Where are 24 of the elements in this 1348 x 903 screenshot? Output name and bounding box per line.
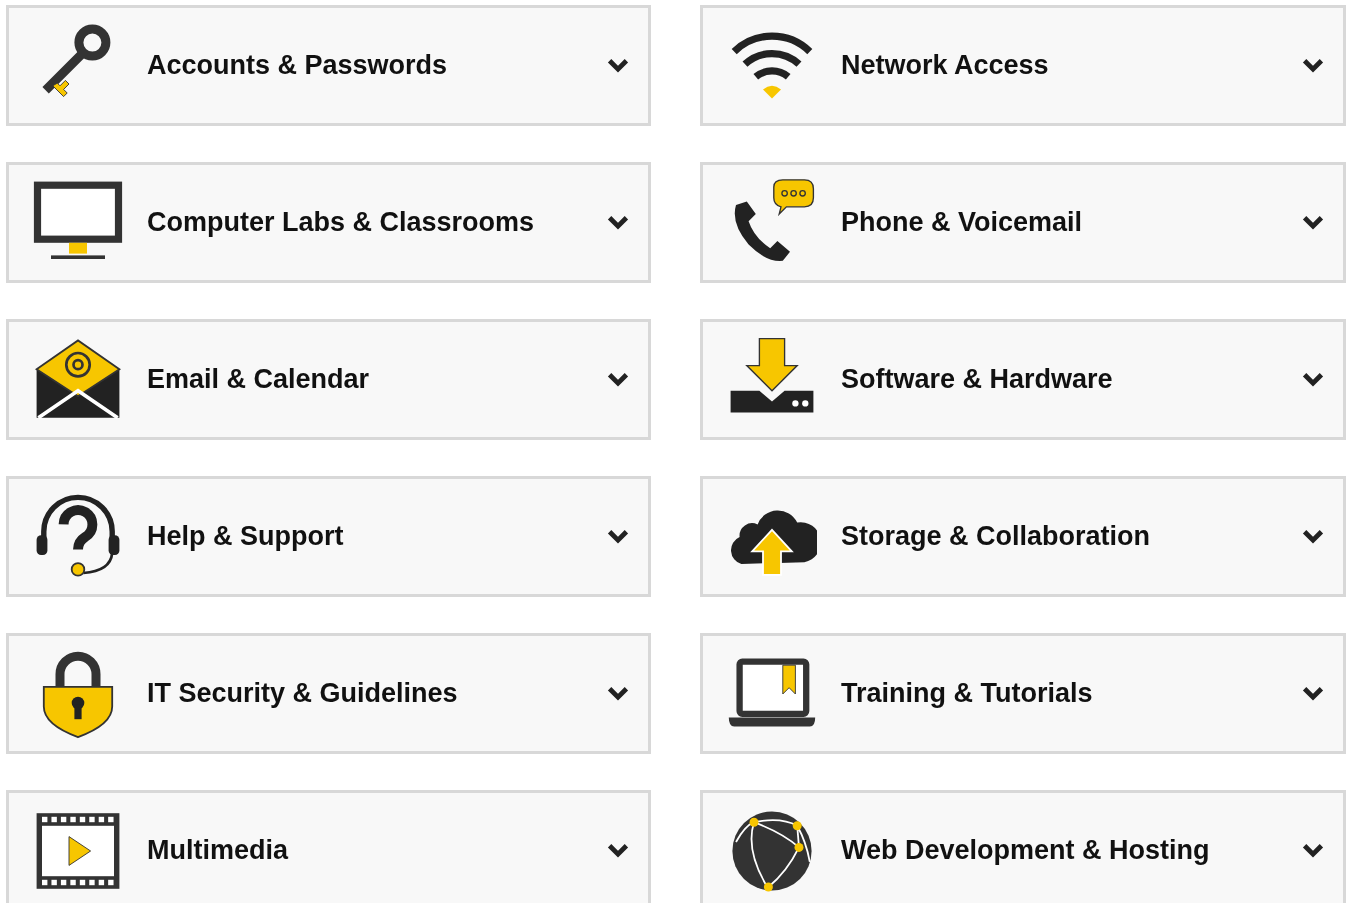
- chevron-icon: [1301, 528, 1325, 545]
- accordion-header[interactable]: Accounts & Passwords: [6, 5, 651, 126]
- accordion-header[interactable]: Software & Hardware: [700, 319, 1346, 440]
- accordion-header[interactable]: Multimedia: [6, 790, 651, 903]
- chevron-icon: [606, 842, 630, 859]
- chevron-icon: [606, 214, 630, 231]
- accordion-header[interactable]: IT Security & Guidelines: [6, 633, 651, 754]
- chevron-icon: [606, 57, 630, 74]
- chevron-icon: [606, 685, 630, 702]
- accordion-header[interactable]: Web Development & Hosting: [700, 790, 1346, 903]
- accordion-header[interactable]: Computer Labs & Classrooms: [6, 162, 651, 283]
- accordion-header[interactable]: Email & Calendar: [6, 319, 651, 440]
- chevron-icon: [1301, 685, 1325, 702]
- chevron-icon: [1301, 57, 1325, 74]
- accordion-header[interactable]: Training & Tutorials: [700, 633, 1346, 754]
- accordion-header[interactable]: Help & Support: [6, 476, 651, 597]
- accordion-header[interactable]: Storage & Collaboration: [700, 476, 1346, 597]
- chevron-icon: [1301, 214, 1325, 231]
- chevron-icon: [1301, 842, 1325, 859]
- chevron-icon: [606, 371, 630, 388]
- accordion-header[interactable]: Network Access: [700, 5, 1346, 126]
- accordion-header[interactable]: Phone & Voicemail: [700, 162, 1346, 283]
- chevron-icon: [606, 528, 630, 545]
- chevron-icon: [1301, 371, 1325, 388]
